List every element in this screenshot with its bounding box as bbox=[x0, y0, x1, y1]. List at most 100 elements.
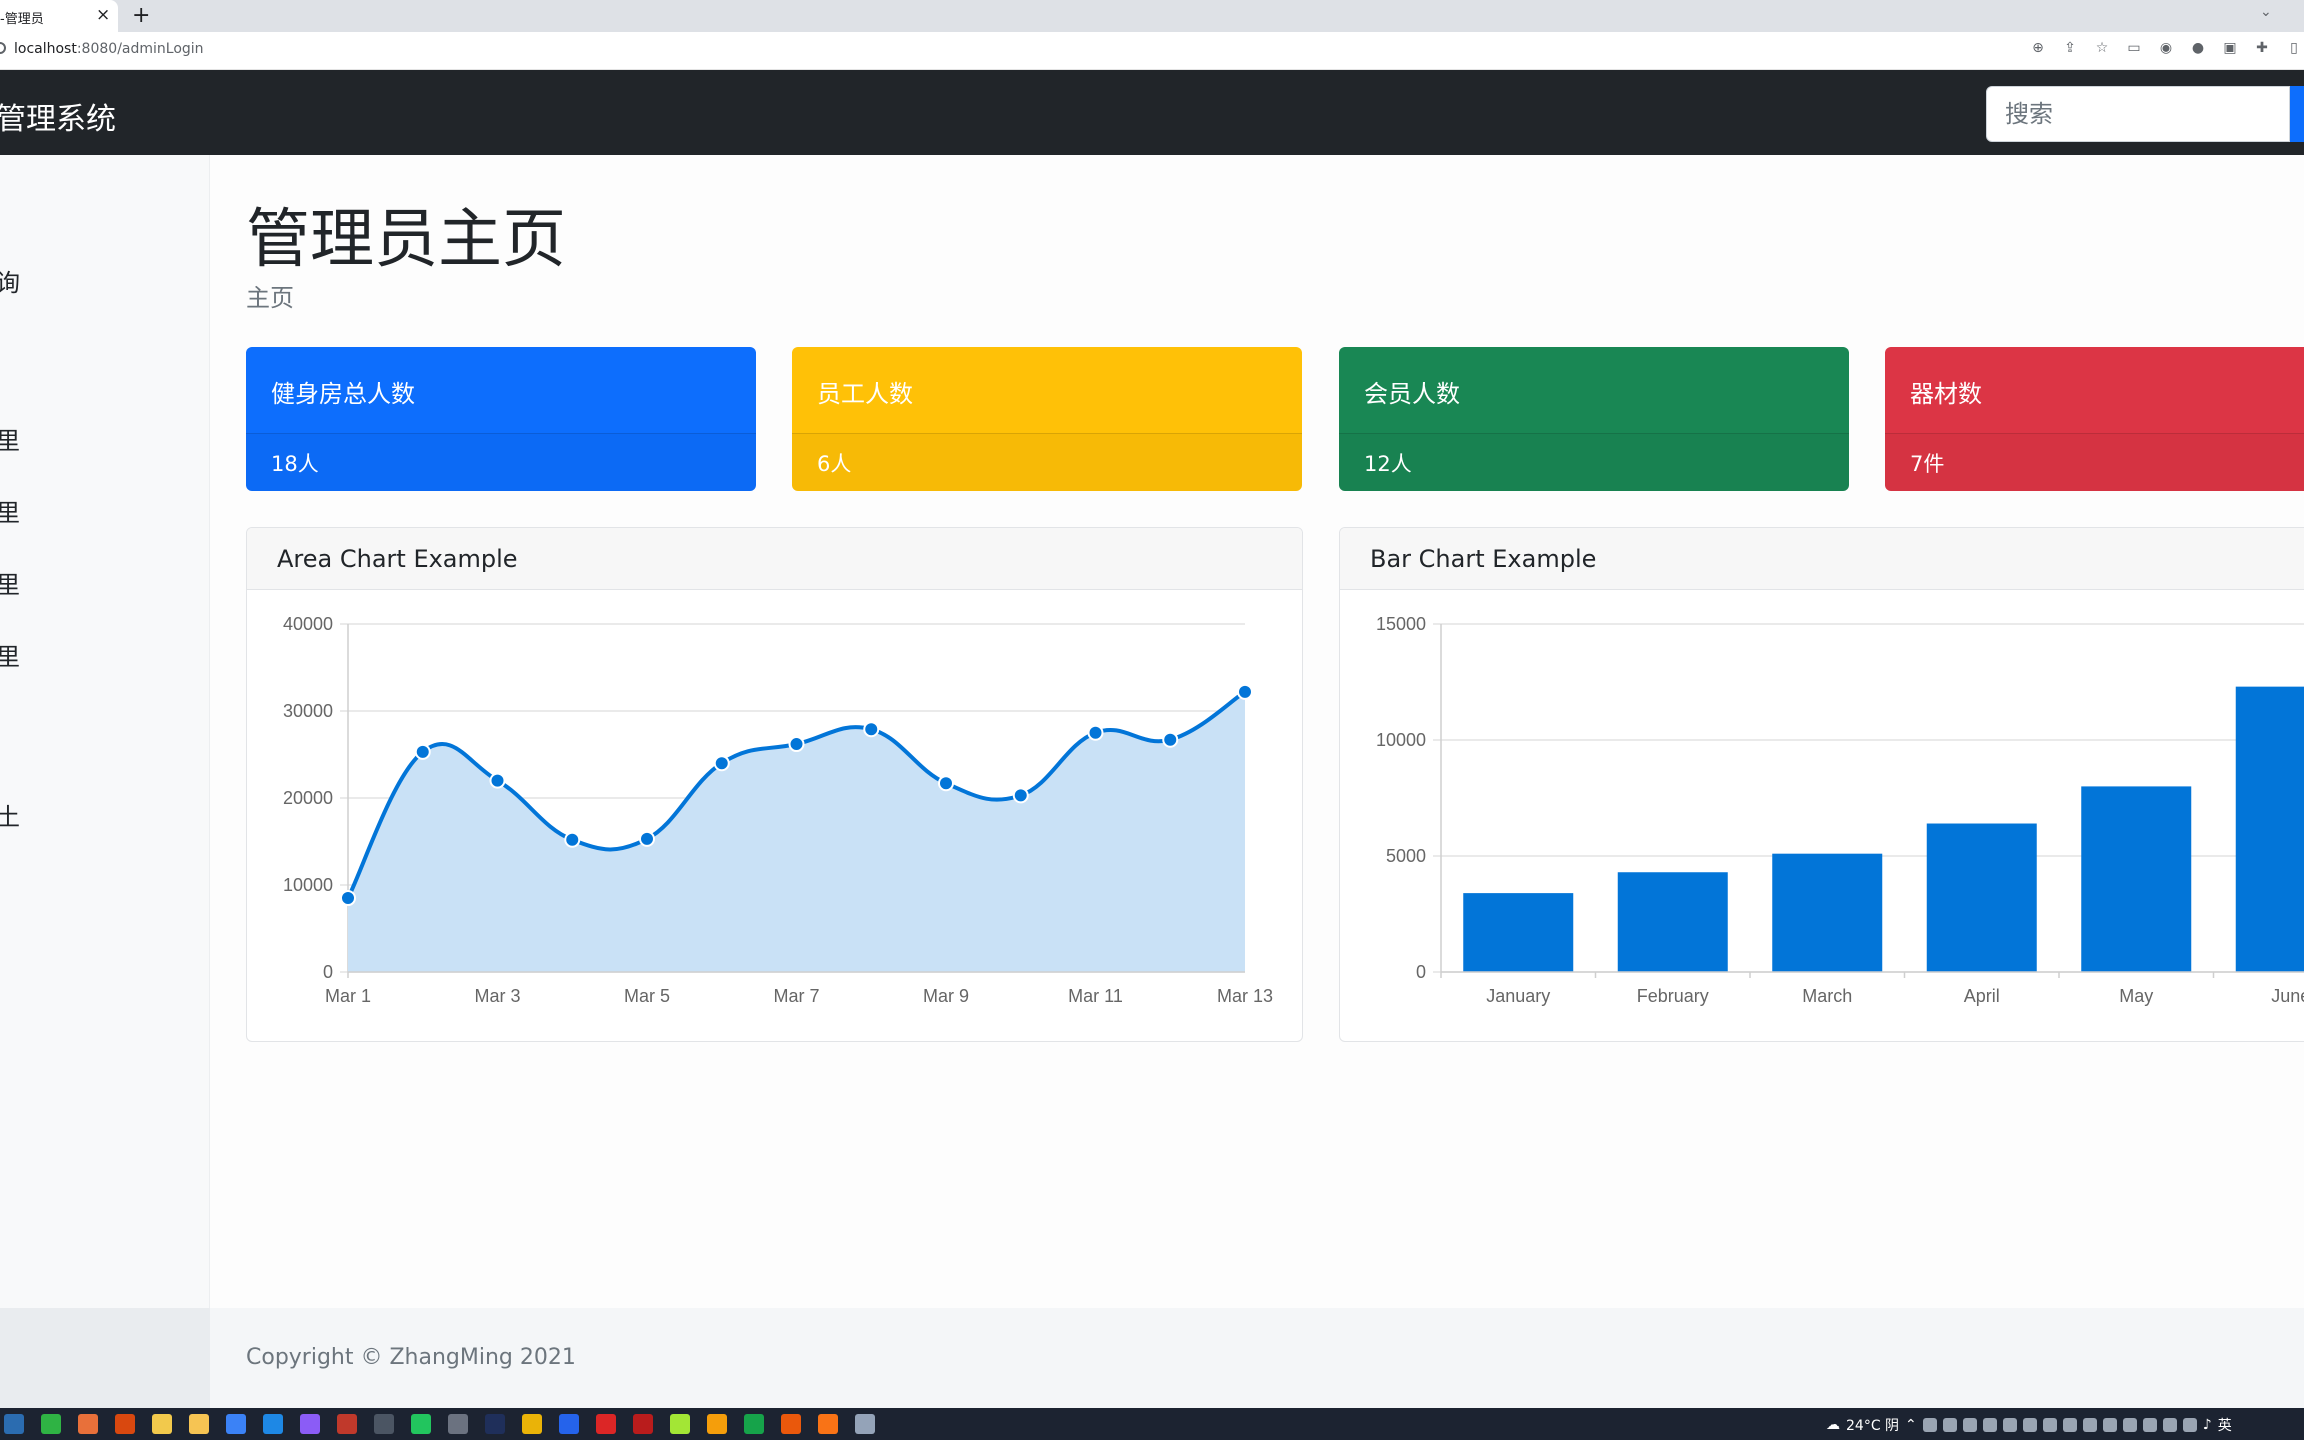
bar bbox=[1463, 893, 1574, 972]
tray-icon[interactable] bbox=[1922, 1418, 1937, 1432]
sidebar-item-manage-4[interactable]: 里 bbox=[0, 637, 20, 672]
tray-icon[interactable] bbox=[2142, 1418, 2157, 1432]
tab-title: -管理员 bbox=[0, 12, 44, 27]
app-icon[interactable] bbox=[448, 1414, 468, 1434]
tray-icon[interactable] bbox=[1962, 1418, 1977, 1432]
url-text[interactable]: localhost:8080/adminLogin bbox=[14, 41, 204, 57]
area-fill bbox=[348, 691, 1245, 972]
extension-w-icon[interactable]: ● bbox=[2190, 40, 2206, 56]
tray-icon[interactable] bbox=[2162, 1418, 2177, 1432]
puzzle-icon[interactable]: ✚ bbox=[2254, 40, 2270, 56]
sidebar-item-query[interactable]: 询 bbox=[0, 263, 20, 298]
sidebar-item-manage-1[interactable]: 里 bbox=[0, 421, 20, 456]
browser-tab[interactable]: -管理员 × bbox=[0, 0, 118, 32]
x-tick-label: June bbox=[2271, 986, 2304, 1006]
close-icon[interactable]: × bbox=[96, 5, 110, 25]
brand-title[interactable]: 管理系统 bbox=[0, 94, 116, 138]
sidebar-item-other[interactable]: 土 bbox=[0, 797, 20, 832]
wechat-icon[interactable] bbox=[41, 1414, 61, 1434]
app-icon[interactable] bbox=[374, 1414, 394, 1434]
tray-icon[interactable] bbox=[2002, 1418, 2017, 1432]
y-tick-label: 30000 bbox=[283, 701, 333, 721]
app-icon[interactable] bbox=[411, 1414, 431, 1434]
bar-chart-title: Bar Chart Example bbox=[1340, 528, 2304, 590]
app-icon[interactable] bbox=[670, 1414, 690, 1434]
search-button[interactable] bbox=[2290, 86, 2304, 142]
star-icon[interactable]: ☆ bbox=[2094, 40, 2110, 56]
tray-icon[interactable] bbox=[2082, 1418, 2097, 1432]
search-input[interactable] bbox=[1986, 86, 2290, 142]
y-tick-label: 10000 bbox=[283, 875, 333, 895]
app-icon[interactable] bbox=[596, 1414, 616, 1434]
qq-icon[interactable] bbox=[522, 1414, 542, 1434]
breadcrumb: 主页 bbox=[246, 284, 294, 312]
new-tab-button[interactable]: + bbox=[132, 2, 150, 30]
app-icon[interactable] bbox=[855, 1414, 875, 1434]
chevron-down-icon[interactable]: ⌄ bbox=[2260, 4, 2272, 20]
info-icon[interactable] bbox=[0, 42, 6, 54]
data-point bbox=[863, 721, 880, 738]
chevron-up-icon[interactable]: ⌃ bbox=[1905, 1417, 1917, 1433]
volume-icon[interactable]: ♪ bbox=[2203, 1417, 2212, 1433]
zoom-icon[interactable]: ⊕ bbox=[2030, 40, 2046, 56]
top-navbar: 管理系统 bbox=[0, 70, 2304, 155]
data-point bbox=[489, 772, 506, 789]
weather-text[interactable]: 24°C 阴 bbox=[1846, 1415, 1899, 1435]
app-icon[interactable] bbox=[78, 1414, 98, 1434]
tray-icon[interactable] bbox=[2182, 1418, 2197, 1432]
app-icon[interactable] bbox=[781, 1414, 801, 1434]
data-point bbox=[340, 890, 356, 907]
tray-icon[interactable] bbox=[2122, 1418, 2137, 1432]
stat-card-members: 会员人数 12人 bbox=[1339, 347, 1849, 491]
data-point bbox=[788, 736, 805, 753]
bar bbox=[1926, 823, 2037, 972]
app-icon[interactable] bbox=[559, 1414, 579, 1434]
bar bbox=[1617, 872, 1728, 972]
tray-icon[interactable] bbox=[2022, 1418, 2037, 1432]
sidebar-footer bbox=[0, 1308, 210, 1408]
input-language[interactable]: 英 bbox=[2218, 1415, 2232, 1435]
folder-icon[interactable] bbox=[189, 1414, 209, 1434]
image-icon[interactable]: ▣ bbox=[2222, 40, 2238, 56]
app-icon[interactable] bbox=[633, 1414, 653, 1434]
tray-icon[interactable] bbox=[2042, 1418, 2057, 1432]
app-icon[interactable] bbox=[744, 1414, 764, 1434]
cloud-icon[interactable]: ☁ bbox=[1826, 1417, 1840, 1433]
tray-icon[interactable] bbox=[1942, 1418, 1957, 1432]
sidebar bbox=[0, 155, 210, 1308]
bar bbox=[2081, 786, 2192, 972]
sidepanel-icon[interactable]: ▯ bbox=[2286, 40, 2302, 56]
search-icon[interactable] bbox=[818, 1414, 838, 1434]
data-point bbox=[938, 775, 954, 792]
tray-icon[interactable] bbox=[1982, 1418, 1997, 1432]
tray-icon[interactable] bbox=[2102, 1418, 2117, 1432]
screen-icon[interactable]: ▭ bbox=[2126, 40, 2142, 56]
share-icon[interactable]: ⇪ bbox=[2062, 40, 2078, 56]
sidebar-item-manage-3[interactable]: 里 bbox=[0, 565, 20, 600]
app-icon[interactable] bbox=[337, 1414, 357, 1434]
x-tick-label: Mar 7 bbox=[773, 986, 819, 1006]
chrome-icon[interactable] bbox=[152, 1414, 172, 1434]
app-icon[interactable] bbox=[226, 1414, 246, 1434]
app-icon[interactable] bbox=[263, 1414, 283, 1434]
x-tick-label: Mar 13 bbox=[1217, 986, 1273, 1006]
card-value: 18人 bbox=[246, 434, 756, 491]
app-icon[interactable] bbox=[4, 1414, 24, 1434]
camera-icon[interactable]: ◉ bbox=[2158, 40, 2174, 56]
y-tick-label: 0 bbox=[1416, 962, 1426, 982]
app-icon[interactable] bbox=[300, 1414, 320, 1434]
tray-icon[interactable] bbox=[2062, 1418, 2077, 1432]
x-tick-label: January bbox=[1486, 986, 1550, 1006]
stat-card-staff: 员工人数 6人 bbox=[792, 347, 1302, 491]
app-icon[interactable] bbox=[485, 1414, 505, 1434]
app-icon[interactable] bbox=[707, 1414, 727, 1434]
x-tick-label: May bbox=[2119, 986, 2153, 1006]
sidebar-item-manage-2[interactable]: 里 bbox=[0, 493, 20, 528]
data-point bbox=[1162, 731, 1179, 748]
address-bar[interactable]: localhost:8080/adminLogin ⊕ ⇪ ☆ ▭ ◉ ● ▣ … bbox=[0, 32, 2304, 70]
card-value: 12人 bbox=[1339, 434, 1849, 491]
os-taskbar: ☁ 24°C 阴 ⌃ ♪ 英 bbox=[0, 1408, 2304, 1440]
bar-chart: 0 5000 10000 15000 January February March April… bbox=[1376, 614, 2304, 1006]
area-chart-title: Area Chart Example bbox=[247, 528, 1302, 590]
app-icon[interactable] bbox=[115, 1414, 135, 1434]
